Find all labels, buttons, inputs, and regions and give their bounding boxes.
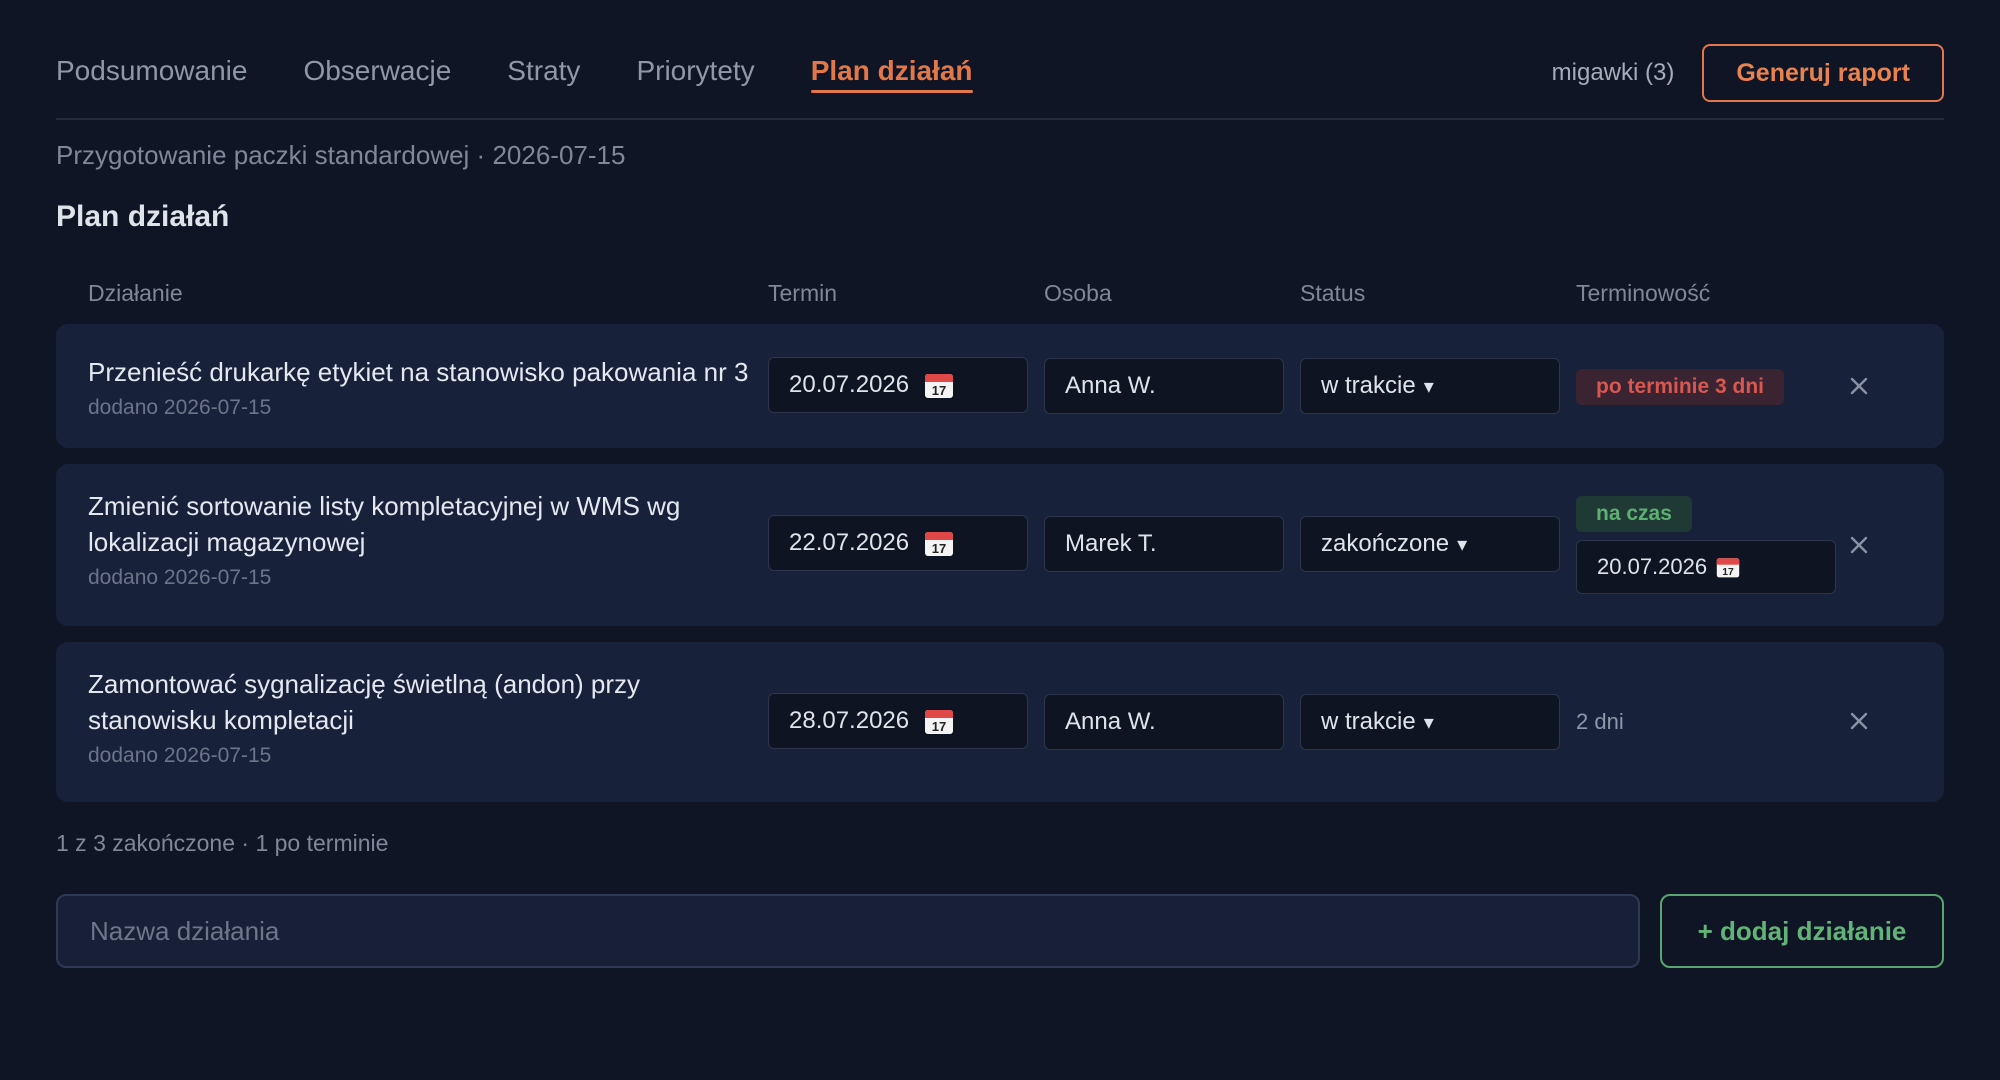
tab-losses[interactable]: Straty [507, 55, 580, 91]
chevron-down-icon: ▾ [1423, 711, 1434, 734]
status-select[interactable]: w trakcie ▾ [1300, 694, 1560, 750]
section-title: Plan działań [56, 200, 230, 233]
table-header: Działanie Termin Osoba Status Terminowoś… [56, 280, 1944, 310]
tab-summary[interactable]: Podsumowanie [56, 55, 247, 91]
action-cell: Zmienić sortowanie listy kompletacyjnej … [88, 488, 728, 590]
close-icon[interactable] [1844, 371, 1874, 401]
action-added-date: dodano 2026-07-15 [88, 744, 272, 767]
column-header-deadline: Termin [768, 280, 838, 306]
column-header-person: Osoba [1044, 280, 1112, 306]
person-value: Anna W. [1065, 708, 1156, 735]
status-value: zakończone [1321, 530, 1450, 557]
svg-text:17: 17 [1722, 567, 1734, 578]
calendar-icon: 17 [923, 706, 955, 736]
action-cell: Przenieść drukarkę etykiet na stanowisko… [88, 354, 788, 420]
table-row: Zamontować sygnalizację świetlną (andon)… [56, 642, 1944, 802]
close-icon[interactable] [1844, 530, 1874, 560]
action-title: Przenieść drukarkę etykiet na stanowisko… [88, 357, 749, 387]
action-cell: Zamontować sygnalizację świetlną (andon)… [88, 666, 728, 768]
tab-bar: Podsumowanie Obserwacje Straty Priorytet… [56, 55, 973, 93]
person-value: Marek T. [1065, 530, 1157, 557]
completion-date-field[interactable]: 20.07.2026 17 [1576, 540, 1836, 594]
days-remaining: 2 dni [1576, 709, 1624, 734]
status-value: w trakcie [1321, 372, 1416, 399]
status-value: w trakcie [1321, 708, 1416, 735]
column-header-timeliness: Terminowość [1576, 280, 1711, 306]
snapshots-link[interactable]: migawki (3) [1552, 59, 1675, 87]
status-select[interactable]: zakończone ▾ [1300, 516, 1560, 572]
svg-text:17: 17 [932, 383, 946, 398]
column-header-status: Status [1300, 280, 1366, 306]
action-added-date: dodano 2026-07-15 [88, 396, 272, 419]
deadline-date-field[interactable]: 22.07.2026 17 [768, 515, 1028, 571]
person-field[interactable]: Anna W. [1044, 694, 1284, 750]
close-icon[interactable] [1844, 706, 1874, 736]
deadline-date-field[interactable]: 28.07.2026 17 [768, 693, 1028, 749]
status-badge-on-time: na czas [1576, 496, 1692, 532]
person-field[interactable]: Anna W. [1044, 358, 1284, 414]
top-navigation: Podsumowanie Obserwacje Straty Priorytet… [56, 38, 1944, 120]
column-header-action: Działanie [88, 280, 183, 306]
calendar-icon: 17 [923, 528, 955, 558]
calendar-icon: 17 [1715, 555, 1741, 579]
add-action-button[interactable]: + dodaj działanie [1660, 894, 1944, 968]
svg-text:17: 17 [932, 719, 946, 734]
completion-date-value: 20.07.2026 [1597, 554, 1708, 579]
chevron-down-icon: ▾ [1457, 533, 1468, 556]
progress-summary: 1 z 3 zakończone · 1 po terminie [56, 830, 389, 856]
status-badge-overdue: po terminie 3 dni [1576, 369, 1785, 405]
table-row: Zmienić sortowanie listy kompletacyjnej … [56, 464, 1944, 626]
tab-observations[interactable]: Obserwacje [303, 55, 451, 91]
action-added-date: dodano 2026-07-15 [88, 566, 272, 589]
table-row: Przenieść drukarkę etykiet na stanowisko… [56, 324, 1944, 448]
action-plan-page: Podsumowanie Obserwacje Straty Priorytet… [0, 0, 2000, 1080]
person-value: Anna W. [1065, 372, 1156, 399]
action-title: Zmienić sortowanie listy kompletacyjnej … [88, 491, 681, 557]
top-actions: migawki (3) Generuj raport [1552, 44, 1944, 102]
deadline-date-field[interactable]: 20.07.2026 17 [768, 357, 1028, 413]
tab-priorities[interactable]: Priorytety [636, 55, 754, 91]
calendar-icon: 17 [923, 370, 955, 400]
deadline-value: 28.07.2026 [789, 707, 910, 734]
deadline-value: 22.07.2026 [789, 529, 910, 556]
tab-action-plan[interactable]: Plan działań [810, 55, 973, 93]
person-field[interactable]: Marek T. [1044, 516, 1284, 572]
svg-text:17: 17 [932, 541, 946, 556]
status-select[interactable]: w trakcie ▾ [1300, 358, 1560, 414]
chevron-down-icon: ▾ [1423, 375, 1434, 398]
generate-report-button[interactable]: Generuj raport [1702, 44, 1944, 102]
new-action-input[interactable] [56, 894, 1640, 968]
page-subtitle: Przygotowanie paczki standardowej · 2026… [56, 140, 626, 170]
action-title: Zamontować sygnalizację świetlną (andon)… [88, 669, 641, 735]
deadline-value: 20.07.2026 [789, 371, 910, 398]
